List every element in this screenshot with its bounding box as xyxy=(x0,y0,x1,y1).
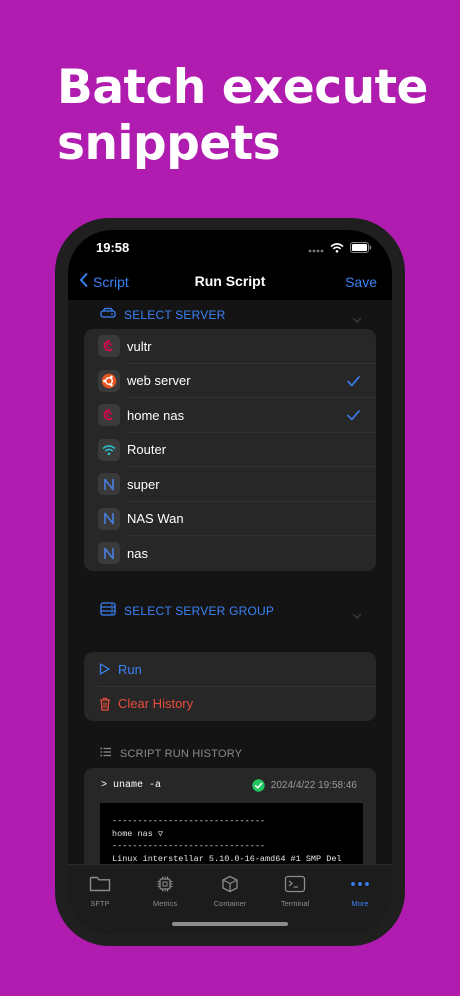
history-command: > uname -a xyxy=(101,780,162,791)
server-row-vultr[interactable]: vultr xyxy=(84,329,376,364)
ubuntu-icon xyxy=(98,369,120,392)
save-button[interactable]: Save xyxy=(345,274,377,290)
server-name: nas xyxy=(127,545,148,561)
history-status: 2024/4/22 19:58:46 xyxy=(252,779,357,792)
status-time: 19:58 xyxy=(96,240,130,255)
content-area: SELECT SERVER vultr web server home nas … xyxy=(68,300,392,878)
server-row-nas[interactable]: nas xyxy=(84,536,376,571)
signal-icon xyxy=(308,240,324,258)
tab-label: SFTP xyxy=(90,899,110,908)
tab-container[interactable]: Container xyxy=(198,875,262,908)
status-icons xyxy=(308,240,372,258)
headline: Batch execute snippets xyxy=(57,60,437,172)
n-icon xyxy=(98,542,120,565)
wifi-status-icon xyxy=(330,240,344,258)
server-name: home nas xyxy=(127,407,185,423)
chevron-down-icon[interactable] xyxy=(352,310,362,328)
history-timestamp: 2024/4/22 19:58:46 xyxy=(270,780,357,791)
history-entry[interactable]: > uname -a 2024/4/22 19:58:46 ----------… xyxy=(84,768,376,878)
script-run-history-header: SCRIPT RUN HISTORY xyxy=(100,747,242,760)
server-name: super xyxy=(127,476,160,492)
chevron-down-icon[interactable] xyxy=(352,606,362,624)
history-label: SCRIPT RUN HISTORY xyxy=(120,747,243,760)
server-row-super[interactable]: super xyxy=(84,467,376,502)
tab-label: Terminal xyxy=(280,899,310,908)
action-card: Run Clear History xyxy=(84,652,376,721)
tab-terminal[interactable]: Terminal xyxy=(263,875,327,908)
tab-label: Metrics xyxy=(152,899,178,908)
server-list: vultr web server home nas Router super N… xyxy=(84,329,376,571)
notch xyxy=(150,230,310,256)
checkmark-icon xyxy=(347,408,360,426)
phone-screen: 19:58 Script Run Script Save SELECT SERV… xyxy=(68,230,392,934)
server-row-router[interactable]: Router xyxy=(84,433,376,467)
terminal-icon xyxy=(284,875,306,895)
n-icon xyxy=(98,507,120,530)
more-icon xyxy=(349,875,371,895)
checkmark-icon xyxy=(347,374,360,392)
debian-icon xyxy=(98,335,120,358)
run-label: Run xyxy=(118,661,142,677)
tab-more[interactable]: More xyxy=(328,875,392,908)
navigation-bar: Script Run Script Save xyxy=(68,270,392,298)
trash-icon xyxy=(99,697,111,711)
home-indicator[interactable] xyxy=(172,922,288,926)
run-button[interactable]: Run xyxy=(84,652,376,687)
headline-line1: Batch execute xyxy=(57,60,428,115)
output-line: ------------------------------ xyxy=(112,816,266,826)
clear-history-button[interactable]: Clear History xyxy=(84,687,376,722)
server-name: NAS Wan xyxy=(127,511,184,527)
n-icon xyxy=(98,473,120,496)
play-icon xyxy=(99,663,110,675)
server-row-web-server[interactable]: web server xyxy=(84,364,376,398)
select-server-group-label: SELECT SERVER GROUP xyxy=(124,603,275,618)
tab-label: More xyxy=(351,899,369,908)
chip-icon xyxy=(156,875,174,895)
server-row-home-nas[interactable]: home nas xyxy=(84,398,376,433)
server-icon xyxy=(100,307,116,322)
server-name: web server xyxy=(127,373,191,389)
box-icon xyxy=(221,875,239,895)
clear-history-label: Clear History xyxy=(118,696,194,712)
select-server-header[interactable]: SELECT SERVER xyxy=(100,307,226,322)
server-name: Router xyxy=(127,442,167,458)
tab-sftp[interactable]: SFTP xyxy=(68,875,132,908)
battery-icon xyxy=(350,240,372,258)
select-server-group-header[interactable]: SELECT SERVER GROUP xyxy=(100,602,274,619)
wifi-icon xyxy=(98,438,120,461)
debian-icon xyxy=(98,404,120,427)
folder-icon xyxy=(89,875,111,895)
select-server-label: SELECT SERVER xyxy=(124,307,226,322)
server-row-nas-wan[interactable]: NAS Wan xyxy=(84,502,376,536)
headline-line2: snippets xyxy=(57,116,281,171)
server-group-icon xyxy=(100,602,116,619)
server-name: vultr xyxy=(127,338,152,354)
page-title: Run Script xyxy=(194,273,266,289)
success-check-icon xyxy=(252,779,265,792)
list-icon xyxy=(100,747,112,760)
output-line: home nas ▽ xyxy=(112,828,164,839)
tab-label: Container xyxy=(213,899,247,908)
tab-metrics[interactable]: Metrics xyxy=(133,875,197,908)
output-line: ------------------------------ xyxy=(112,841,266,851)
